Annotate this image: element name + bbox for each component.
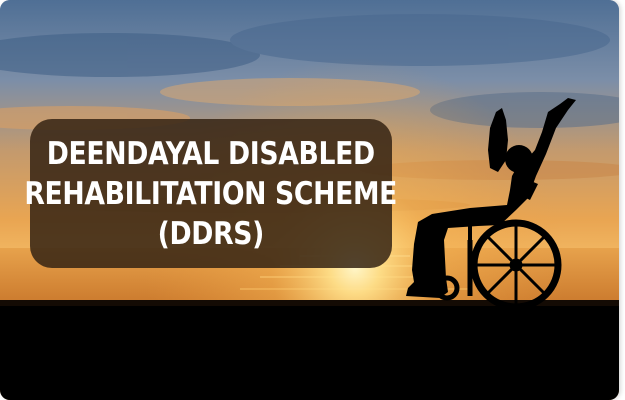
title-line-3: (DDRS) [157, 215, 265, 252]
title-box: DEENDAYAL DISABLED REHABILITATION SCHEME… [25, 119, 398, 268]
title-line-1: DEENDAYAL DISABLED [46, 135, 376, 172]
banner-card: DEENDAYAL DISABLED REHABILITATION SCHEME… [0, 0, 619, 400]
title-line-2: REHABILITATION SCHEME [24, 175, 398, 212]
